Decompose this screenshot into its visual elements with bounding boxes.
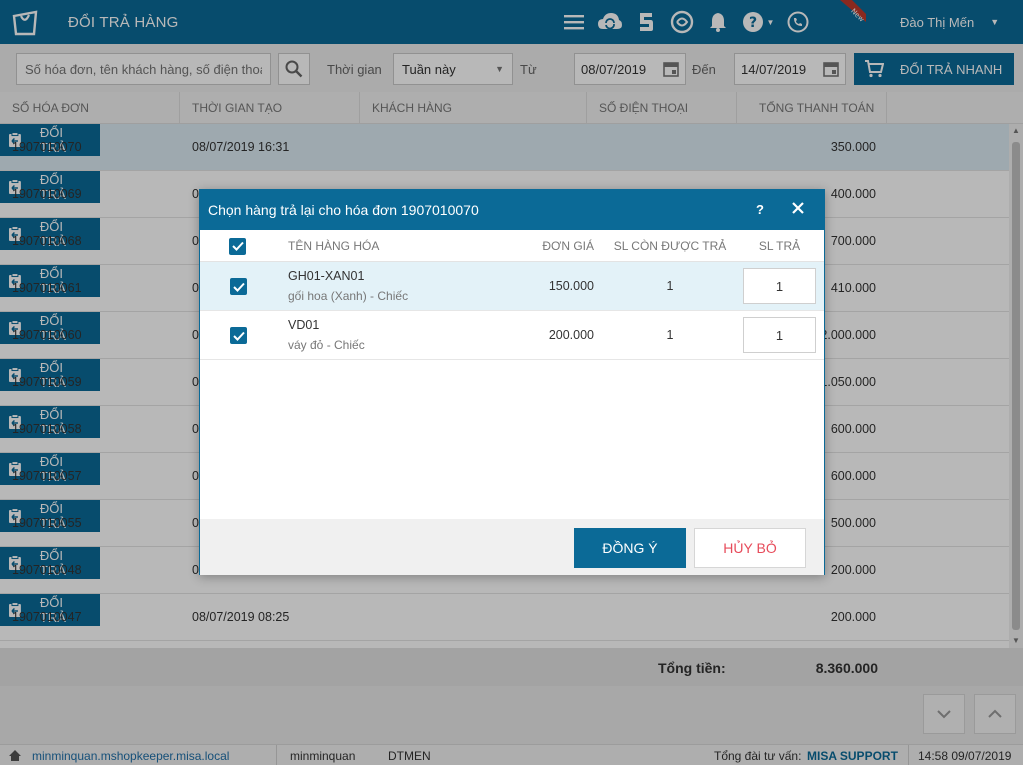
item-price: 150.000 [548,279,594,293]
dialog-table-header: TÊN HÀNG HÓA ĐƠN GIÁ SL CÒN ĐƯỢC TRẢ SL … [200,230,824,262]
dialog-header: Chọn hàng trả lại cho hóa đơn 1907010070 [200,190,824,230]
item-remaining: 1 [666,279,674,293]
close-icon[interactable] [788,200,808,220]
return-qty-input[interactable] [743,317,816,353]
checkbox-checked-icon [230,327,247,344]
item-price: 200.000 [548,328,594,342]
item-checkbox[interactable] [230,278,247,295]
item-remaining: 1 [666,328,674,342]
dialog-footer: ĐỒNG Ý HỦY BỎ [200,519,824,575]
col-return-qty: SL TRẢ [758,239,801,253]
return-item-row[interactable]: VD01 váy đỏ - Chiếc 200.000 1 [200,311,824,360]
checkbox-checked-icon [230,278,247,295]
item-code: VD01 [288,318,320,332]
col-remaining-qty: SL CÒN ĐƯỢC TRẢ [613,239,727,253]
col-item-name: TÊN HÀNG HÓA [288,239,380,253]
dialog-title: Chọn hàng trả lại cho hóa đơn 1907010070 [208,202,479,218]
return-item-row[interactable]: GH01-XAN01 gối hoa (Xanh) - Chiếc 150.00… [200,262,824,311]
dialog-help-button[interactable]: ? [750,200,770,220]
confirm-button[interactable]: ĐỒNG Ý [574,528,686,568]
checkbox-checked-icon [229,237,246,255]
return-qty-input[interactable] [743,268,816,304]
col-unit-price: ĐƠN GIÁ [542,239,594,253]
item-checkbox[interactable] [230,327,247,344]
item-description: váy đỏ - Chiếc [288,338,365,352]
select-all-checkbox[interactable] [229,230,246,262]
cancel-button[interactable]: HỦY BỎ [694,528,806,568]
item-code: GH01-XAN01 [288,269,365,283]
return-items-dialog: Chọn hàng trả lại cho hóa đơn 1907010070… [199,189,825,575]
item-description: gối hoa (Xanh) - Chiếc [288,289,409,303]
